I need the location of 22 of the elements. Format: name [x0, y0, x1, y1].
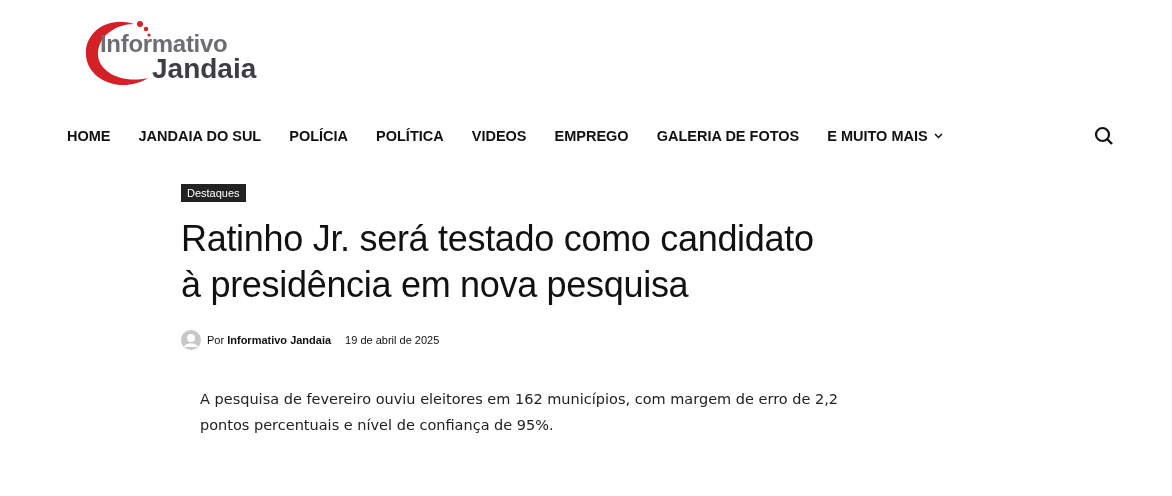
byline-label: Por: [207, 334, 226, 346]
logo-text: Jandaia: [152, 56, 257, 82]
article-title: à presidência em nova pesquisa: [181, 263, 690, 307]
nav-link[interactable]: JANDAIA DO SUL: [138, 128, 262, 144]
article-summary: pontos percentuais e nível de confiança de 95%.: [200, 416, 555, 435]
site-logo[interactable]: Informativo Jandaia: [82, 18, 282, 88]
nav-link[interactable]: POLÍTICA: [376, 128, 444, 144]
article-title: Ratinho Jr. será testado como candidato: [181, 217, 815, 261]
nav-link[interactable]: EMPREGO: [554, 128, 629, 144]
nav-link[interactable]: E MUITO MAIS: [827, 128, 943, 144]
avatar-icon: [181, 330, 201, 350]
search-icon[interactable]: [1094, 126, 1114, 146]
publish-date: 19 de abril de 2025: [345, 334, 440, 346]
nav-link[interactable]: POLÍCIA: [289, 128, 349, 144]
category-tag[interactable]: Destaques: [181, 184, 246, 202]
chevron-down-icon: [933, 133, 943, 139]
logo-text: Informativo: [100, 32, 229, 56]
nav-link[interactable]: HOME: [67, 128, 111, 144]
author-link[interactable]: Informativo Jandaia: [227, 334, 332, 346]
nav-link[interactable]: VIDEOS: [471, 128, 527, 144]
article-summary: A pesquisa de fevereiro ouviu eleitores em 162 municípios, com margem de erro de 2,2: [200, 390, 840, 409]
nav-link[interactable]: GALERIA DE FOTOS: [656, 128, 800, 144]
